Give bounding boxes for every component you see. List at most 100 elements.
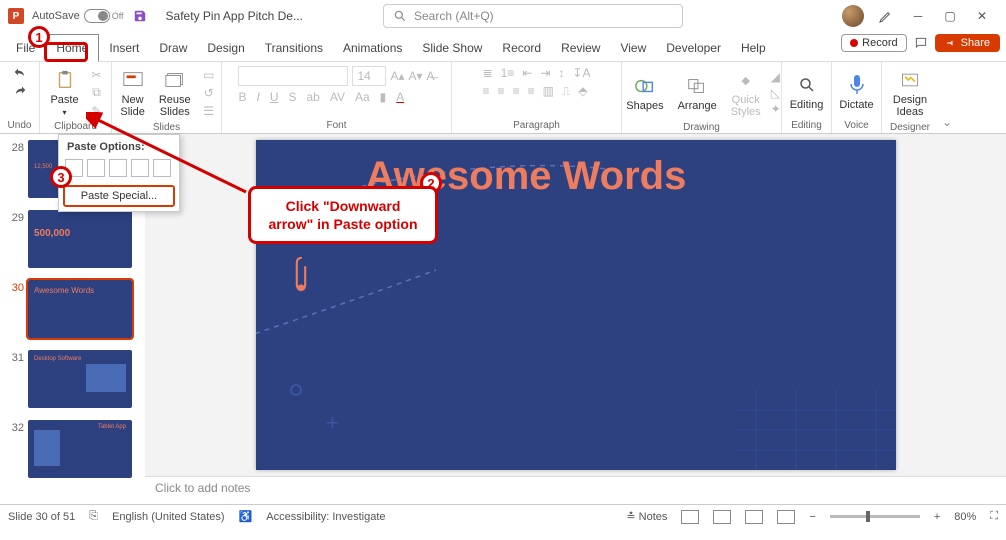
shape-fill-icon[interactable]: ◢ — [771, 70, 781, 84]
tab-home[interactable]: Home — [45, 34, 99, 62]
thumb-30[interactable]: 30 Awesome Words — [0, 278, 145, 348]
indent-inc-icon[interactable]: ⇥ — [540, 66, 550, 80]
cut-icon[interactable]: ✂ — [89, 67, 105, 83]
minimize-button[interactable]: ─ — [902, 4, 934, 28]
share-button[interactable]: Share — [935, 34, 1000, 52]
annotation-3: 3 — [50, 166, 72, 188]
design-ideas-button[interactable]: Design Ideas — [889, 66, 931, 120]
group-font-label: Font — [326, 118, 346, 131]
shape-outline-icon[interactable]: ◺ — [771, 86, 781, 100]
thumb-29[interactable]: 29 500,000 — [0, 208, 145, 278]
font-color-icon[interactable]: A — [396, 90, 404, 104]
smartart-icon[interactable]: ⬘ — [578, 84, 587, 99]
quick-styles-button[interactable]: ◆ Quick Styles — [727, 66, 765, 120]
group-drawing-label: Drawing — [683, 120, 720, 133]
tab-transitions[interactable]: Transitions — [255, 35, 333, 61]
search-input[interactable]: Search (Alt+Q) — [383, 4, 683, 28]
align-text-icon[interactable]: ⎍ — [562, 84, 570, 99]
share-label: Share — [961, 37, 990, 49]
group-designer-label: Designer — [890, 120, 930, 133]
autosave-label: AutoSave — [32, 10, 80, 22]
sorter-view-icon[interactable] — [713, 510, 731, 524]
tab-review[interactable]: Review — [551, 35, 610, 61]
tab-draw[interactable]: Draw — [149, 35, 197, 61]
underline-button[interactable]: U — [270, 90, 279, 104]
font-family-select[interactable] — [238, 66, 348, 86]
case-button[interactable]: Aa — [355, 90, 370, 104]
arrange-button[interactable]: Arrange — [674, 72, 721, 114]
redo-icon[interactable] — [12, 84, 28, 100]
bold-button[interactable]: B — [238, 90, 246, 104]
dictate-label: Dictate — [839, 99, 873, 111]
tab-developer[interactable]: Developer — [656, 35, 731, 61]
zoom-out-button[interactable]: − — [809, 511, 815, 523]
shape-effects-icon[interactable]: ✦ — [771, 102, 781, 116]
accessibility-icon[interactable]: ♿ — [239, 510, 253, 523]
maximize-button[interactable]: ▢ — [934, 4, 966, 28]
text-direction-icon[interactable]: ↧A — [572, 66, 590, 80]
annotation-arrow — [86, 112, 256, 202]
reading-view-icon[interactable] — [745, 510, 763, 524]
zoom-level[interactable]: 80% — [954, 511, 976, 523]
comments-icon[interactable] — [913, 35, 929, 51]
tab-animations[interactable]: Animations — [333, 35, 412, 61]
quick-styles-label: Quick Styles — [731, 94, 761, 118]
clear-format-icon[interactable]: A̶ — [427, 69, 435, 83]
status-slide: Slide 30 of 51 — [8, 511, 75, 523]
indent-dec-icon[interactable]: ⇤ — [522, 66, 532, 80]
increase-font-icon[interactable]: A▴ — [390, 69, 404, 83]
toggle-icon[interactable] — [84, 9, 110, 23]
highlight-icon[interactable]: ▮ — [380, 90, 387, 104]
slideshow-view-icon[interactable] — [777, 510, 795, 524]
paste-button[interactable]: Paste ▾ — [46, 66, 82, 119]
decrease-font-icon[interactable]: A▾ — [408, 69, 422, 83]
justify-icon[interactable]: ≡ — [528, 84, 535, 99]
tab-record[interactable]: Record — [492, 35, 551, 61]
user-avatar[interactable] — [842, 5, 864, 27]
chevron-down-icon[interactable]: ▾ — [63, 108, 67, 117]
spellcheck-icon[interactable]: ⎘ — [89, 510, 98, 523]
autosave-toggle[interactable]: AutoSave Off — [32, 9, 124, 23]
ribbon-tabs: File Home Insert Draw Design Transitions… — [0, 32, 1006, 62]
charspace-button[interactable]: AV — [330, 90, 345, 104]
undo-icon[interactable] — [12, 66, 28, 82]
tab-help[interactable]: Help — [731, 35, 776, 61]
notes-toggle[interactable]: ≛ Notes — [626, 510, 667, 523]
copy-icon[interactable]: ⧉ — [89, 85, 105, 101]
normal-view-icon[interactable] — [681, 510, 699, 524]
reset-icon[interactable]: ↺ — [201, 85, 217, 101]
thumb-32[interactable]: 32 Tablet App — [0, 418, 145, 488]
editing-button[interactable]: Editing — [786, 71, 828, 113]
tab-view[interactable]: View — [610, 35, 656, 61]
numbering-icon[interactable]: 1≡ — [501, 66, 515, 80]
bullets-icon[interactable]: ≣ — [483, 66, 493, 80]
zoom-in-button[interactable]: + — [934, 511, 940, 523]
tab-design[interactable]: Design — [197, 35, 254, 61]
shapes-button[interactable]: Shapes — [622, 72, 667, 114]
zoom-slider[interactable] — [830, 515, 920, 518]
ribbon-collapse-icon[interactable]: ⌄ — [938, 62, 956, 133]
save-icon[interactable] — [132, 8, 148, 24]
close-button[interactable]: ✕ — [966, 4, 998, 28]
status-accessibility[interactable]: Accessibility: Investigate — [266, 511, 385, 523]
align-left-icon[interactable]: ≡ — [483, 84, 490, 99]
dictate-button[interactable]: Dictate — [835, 71, 877, 113]
italic-button[interactable]: I — [256, 90, 259, 104]
layout-icon[interactable]: ▭ — [201, 67, 217, 83]
tab-slideshow[interactable]: Slide Show — [412, 35, 492, 61]
notes-pane[interactable]: Click to add notes — [145, 476, 1006, 504]
align-right-icon[interactable]: ≡ — [513, 84, 520, 99]
strike-button[interactable]: S — [288, 90, 296, 104]
font-size-select[interactable]: 14 — [352, 66, 386, 86]
shadow-button[interactable]: ab — [307, 90, 320, 104]
fit-window-icon[interactable]: ⛶ — [990, 510, 998, 523]
ink-icon[interactable] — [870, 4, 902, 28]
columns-icon[interactable]: ▥ — [543, 84, 554, 99]
thumb-31[interactable]: 31 Desktop Software — [0, 348, 145, 418]
tab-insert[interactable]: Insert — [99, 35, 149, 61]
shapes-icon — [633, 74, 657, 98]
align-center-icon[interactable]: ≡ — [498, 84, 505, 99]
status-lang[interactable]: English (United States) — [112, 511, 225, 523]
line-spacing-icon[interactable]: ↕ — [558, 66, 564, 80]
record-button[interactable]: Record — [841, 34, 906, 52]
